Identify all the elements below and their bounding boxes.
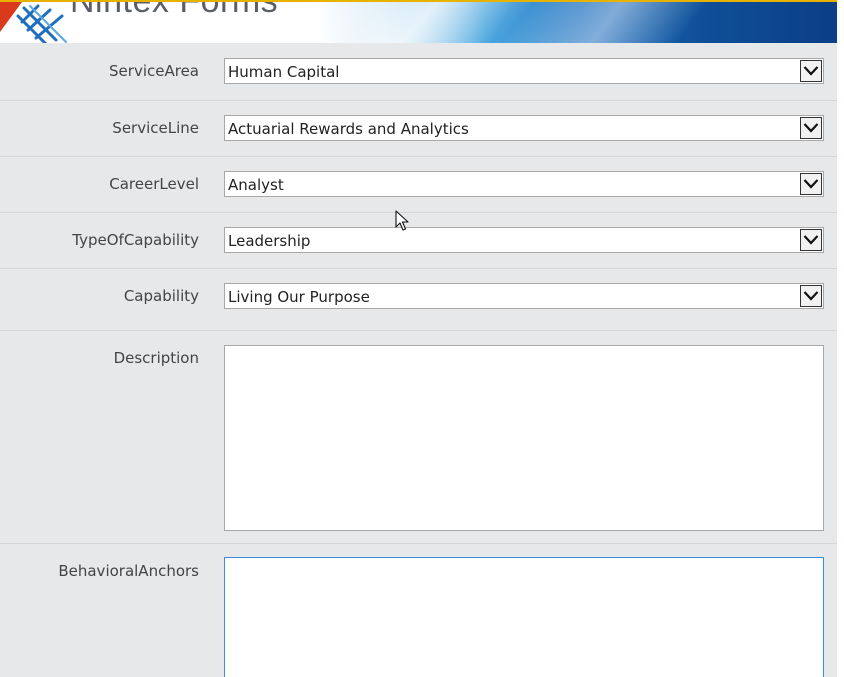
service-area-value: Human Capital bbox=[228, 63, 340, 81]
form-row-description: Description bbox=[0, 331, 837, 544]
type-of-capability-value: Leadership bbox=[228, 232, 311, 250]
banner-streak bbox=[476, 2, 724, 43]
capability-label: Capability bbox=[123, 287, 199, 305]
form-row-career-level: CareerLevel Analyst bbox=[0, 157, 837, 213]
form-row-service-line: ServiceLine Actuarial Rewards and Analyt… bbox=[0, 101, 837, 157]
behavioral-anchors-label: BehavioralAnchors bbox=[58, 562, 199, 580]
form-row-capability: Capability Living Our Purpose bbox=[0, 269, 837, 331]
type-of-capability-label: TypeOfCapability bbox=[72, 231, 199, 249]
form-row-type-of-capability: TypeOfCapability Leadership bbox=[0, 213, 837, 269]
chevron-down-icon bbox=[803, 179, 819, 189]
description-label: Description bbox=[113, 349, 199, 367]
capability-value: Living Our Purpose bbox=[228, 288, 370, 306]
banner-title: Nintex Forms bbox=[70, 0, 279, 20]
service-line-select[interactable]: Actuarial Rewards and Analytics bbox=[224, 115, 824, 141]
type-of-capability-select[interactable]: Leadership bbox=[224, 227, 824, 253]
chevron-down-icon bbox=[803, 66, 819, 76]
mouse-cursor-icon bbox=[395, 210, 409, 231]
service-line-label: ServiceLine bbox=[112, 119, 199, 137]
description-textarea[interactable] bbox=[224, 345, 824, 531]
career-level-select[interactable]: Analyst bbox=[224, 171, 824, 197]
form-banner: Nintex Forms bbox=[0, 0, 837, 43]
service-line-value: Actuarial Rewards and Analytics bbox=[228, 120, 469, 138]
form-row-service-area: ServiceArea Human Capital bbox=[0, 43, 837, 101]
capability-dropdown-button[interactable] bbox=[800, 285, 822, 307]
service-area-select[interactable]: Human Capital bbox=[224, 58, 824, 84]
career-level-label: CareerLevel bbox=[109, 175, 199, 193]
type-of-capability-dropdown-button[interactable] bbox=[800, 229, 822, 251]
career-level-dropdown-button[interactable] bbox=[800, 173, 822, 195]
chevron-down-icon bbox=[803, 291, 819, 301]
chevron-down-icon bbox=[803, 123, 819, 133]
form-body: ServiceArea Human Capital ServiceLine Ac… bbox=[0, 43, 837, 677]
chevron-down-icon bbox=[803, 235, 819, 245]
form-row-behavioral-anchors: BehavioralAnchors bbox=[0, 544, 837, 677]
nintex-logo-icon bbox=[16, 4, 67, 43]
service-area-label: ServiceArea bbox=[109, 62, 199, 80]
career-level-value: Analyst bbox=[228, 176, 284, 194]
capability-select[interactable]: Living Our Purpose bbox=[224, 283, 824, 309]
service-area-dropdown-button[interactable] bbox=[800, 60, 822, 82]
nintex-form-page: Nintex Forms ServiceArea Human Capital S… bbox=[0, 0, 844, 677]
behavioral-anchors-textarea[interactable] bbox=[224, 557, 824, 677]
service-line-dropdown-button[interactable] bbox=[800, 117, 822, 139]
